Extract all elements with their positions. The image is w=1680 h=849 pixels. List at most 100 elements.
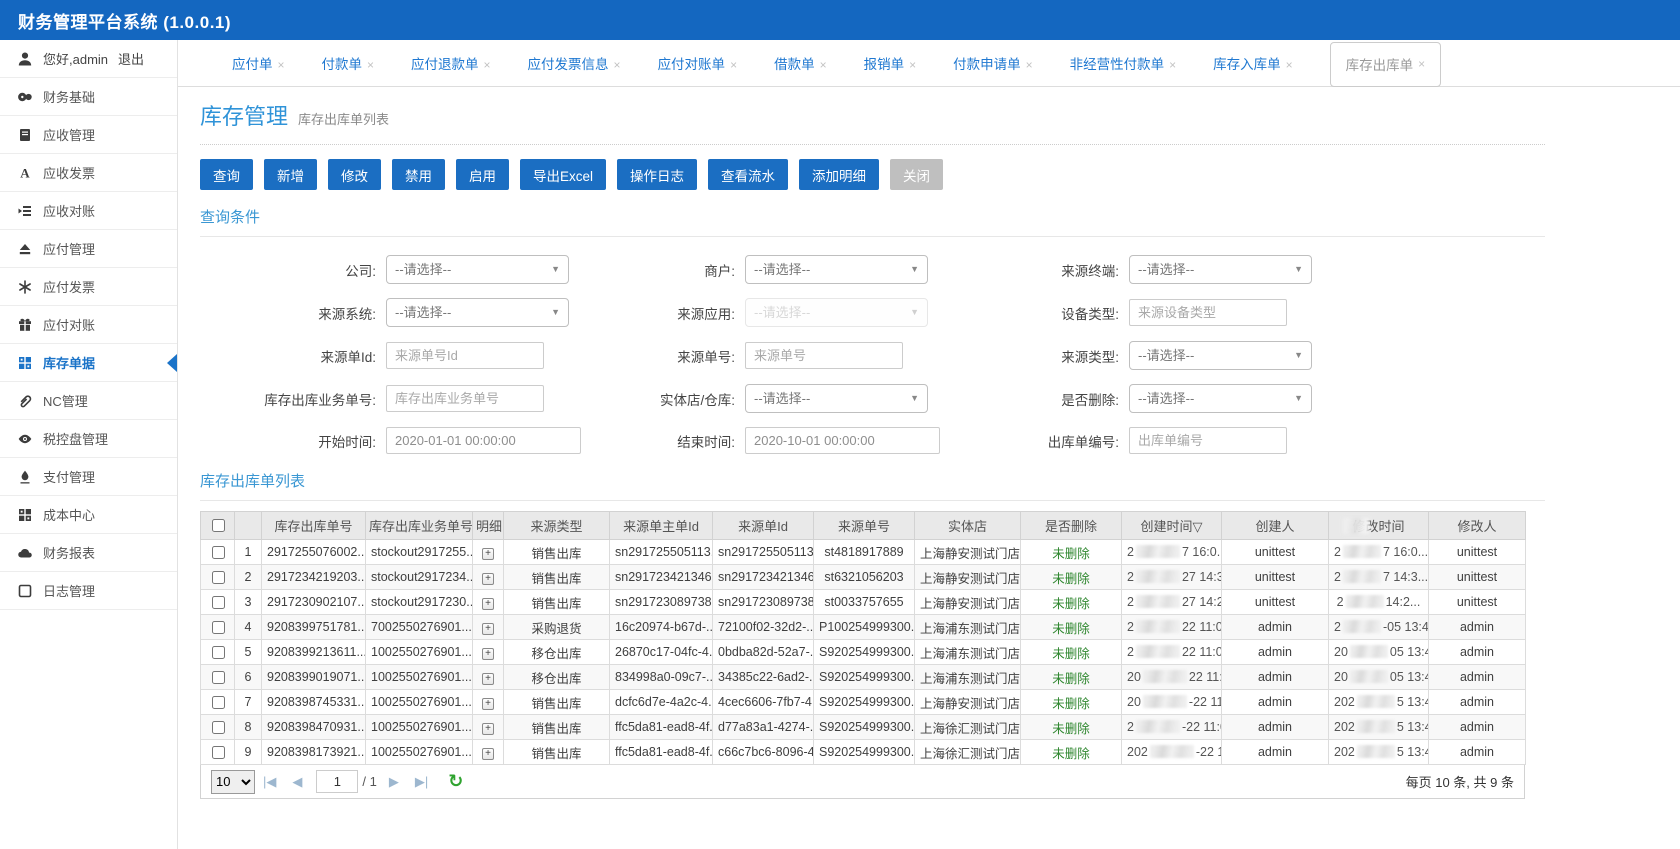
end-time-input[interactable] [745,427,940,454]
expand-detail-icon[interactable]: + [482,673,494,685]
merchant-select[interactable]: --请选择-- [745,255,928,284]
sidebar-item-payable-mgmt[interactable]: 应付管理 [0,230,177,268]
sidebar-item-receivable-mgmt[interactable]: 应收管理 [0,116,177,154]
expand-detail-icon[interactable]: + [482,548,494,560]
tab-close-icon[interactable]: × [1026,58,1033,72]
tab-close-icon[interactable]: × [730,58,737,72]
close-button[interactable]: 关闭 [890,159,943,190]
row-checkbox[interactable] [212,721,225,734]
last-page-button[interactable]: ▶| [415,774,428,790]
sidebar-item-cost-center[interactable]: 成本中心 [0,496,177,534]
expand-detail-icon[interactable]: + [482,573,494,585]
source-type-select[interactable]: --请选择-- [1129,341,1312,370]
tab-item[interactable]: 应付退款单× [411,53,491,73]
table-row[interactable]: 69208399019071...1002550276901...+移仓出库83… [201,665,1526,690]
export-excel-button[interactable]: 导出Excel [520,159,606,190]
tab-close-icon[interactable]: × [367,58,374,72]
sidebar-item-nc-mgmt[interactable]: NC管理 [0,382,177,420]
sidebar-item-payable-recon[interactable]: 应付对账 [0,306,177,344]
sidebar-item-inventory-docs[interactable]: 库存单据 [0,344,177,382]
refresh-icon[interactable]: ↻ [448,771,463,792]
tab-item[interactable]: 借款单× [774,53,827,73]
enable-button[interactable]: 启用 [456,159,509,190]
tab-close-icon[interactable]: × [909,58,916,72]
sidebar-item-tax-disk-mgmt[interactable]: 税控盘管理 [0,420,177,458]
row-checkbox[interactable] [212,746,225,759]
sidebar-item-payment-mgmt[interactable]: 支付管理 [0,458,177,496]
expand-detail-icon[interactable]: + [482,648,494,660]
tab-item[interactable]: 库存出库单× [1330,42,1442,87]
source-terminal-select[interactable]: --请选择-- [1129,255,1312,284]
row-checkbox[interactable] [212,571,225,584]
operation-log-button[interactable]: 操作日志 [617,159,697,190]
sidebar-item-log-mgmt[interactable]: 日志管理 [0,572,177,610]
tab-close-icon[interactable]: × [1418,57,1425,71]
table-row[interactable]: 32917230902107...stockout2917230...+销售出库… [201,590,1526,615]
logout-link[interactable]: 退出 [118,49,144,68]
business-no-input[interactable] [386,385,544,412]
table-row[interactable]: 49208399751781...7002550276901...+采购退货16… [201,615,1526,640]
sidebar-item-receivable-invoice[interactable]: A应收发票 [0,154,177,192]
outbound-no-input[interactable] [1129,427,1287,454]
prev-page-button[interactable]: ◀ [292,774,302,790]
row-checkbox[interactable] [212,646,225,659]
sidebar-item-payable-invoice[interactable]: 应付发票 [0,268,177,306]
tab-item[interactable]: 应付发票信息× [528,53,621,73]
toolbar: 查询新增修改禁用启用导出Excel 操作日志查看流水添加明细关闭 [200,159,1545,190]
tab-item[interactable]: 付款单× [322,53,375,73]
sidebar-item-finance-report[interactable]: 财务报表 [0,534,177,572]
add-button[interactable]: 新增 [264,159,317,190]
company-select[interactable]: --请选择-- [386,255,569,284]
tab-item[interactable]: 付款申请单× [953,53,1033,73]
page-size-select[interactable]: 10 [211,770,255,794]
table-row[interactable]: 12917255076002...stockout2917255...+销售出库… [201,540,1526,565]
source-id-input[interactable] [386,342,544,369]
column-header-created[interactable]: 创建时间▽ [1122,512,1222,540]
first-page-button[interactable]: |◀ [263,774,276,790]
expand-detail-icon[interactable]: + [482,698,494,710]
row-checkbox[interactable] [212,546,225,559]
source-no-input[interactable] [745,342,903,369]
query-button[interactable]: 查询 [200,159,253,190]
tab-item[interactable]: 应付单× [232,53,285,73]
row-checkbox[interactable] [212,621,225,634]
cell-outbound_no: 2917234219203... [262,565,366,590]
start-time-input[interactable] [386,427,581,454]
edit-button[interactable]: 修改 [328,159,381,190]
tab-close-icon[interactable]: × [1286,58,1293,72]
table-row[interactable]: 79208398745331...1002550276901...+销售出库dc… [201,690,1526,715]
disable-button[interactable]: 禁用 [392,159,445,190]
view-flow-button[interactable]: 查看流水 [708,159,788,190]
expand-detail-icon[interactable]: + [482,623,494,635]
device-type-input[interactable] [1129,299,1287,326]
tab-item[interactable]: 非经营性付款单× [1070,53,1177,73]
sidebar-item-receivable-recon[interactable]: 应收对账 [0,192,177,230]
table-row[interactable]: 89208398470931...1002550276901...+销售出库ff… [201,715,1526,740]
row-checkbox[interactable] [212,671,225,684]
tab-close-icon[interactable]: × [278,58,285,72]
source-app-select[interactable]: --请选择-- [745,298,928,327]
table-row[interactable]: 99208398173921...1002550276901...+销售出库ff… [201,740,1526,765]
table-row[interactable]: 59208399213611...1002550276901...+移仓出库26… [201,640,1526,665]
is-deleted-select[interactable]: --请选择-- [1129,384,1312,413]
tab-close-icon[interactable]: × [614,58,621,72]
next-page-button[interactable]: ▶ [389,774,399,790]
tab-close-icon[interactable]: × [484,58,491,72]
tab-close-icon[interactable]: × [1169,58,1176,72]
tab-item[interactable]: 应付对账单× [658,53,738,73]
tab-close-icon[interactable]: × [820,58,827,72]
sidebar-item-finance-basic[interactable]: 财务基础 [0,78,177,116]
row-checkbox[interactable] [212,696,225,709]
add-detail-button[interactable]: 添加明细 [799,159,879,190]
source-system-select[interactable]: --请选择-- [386,298,569,327]
page-number-input[interactable] [316,770,358,793]
row-checkbox[interactable] [212,596,225,609]
table-row[interactable]: 22917234219203...stockout2917234...+销售出库… [201,565,1526,590]
expand-detail-icon[interactable]: + [482,723,494,735]
tab-item[interactable]: 报销单× [864,53,917,73]
expand-detail-icon[interactable]: + [482,748,494,760]
expand-detail-icon[interactable]: + [482,598,494,610]
tab-item[interactable]: 库存入库单× [1213,53,1293,73]
select-all-checkbox[interactable] [212,519,225,532]
store-warehouse-select[interactable]: --请选择-- [745,384,928,413]
